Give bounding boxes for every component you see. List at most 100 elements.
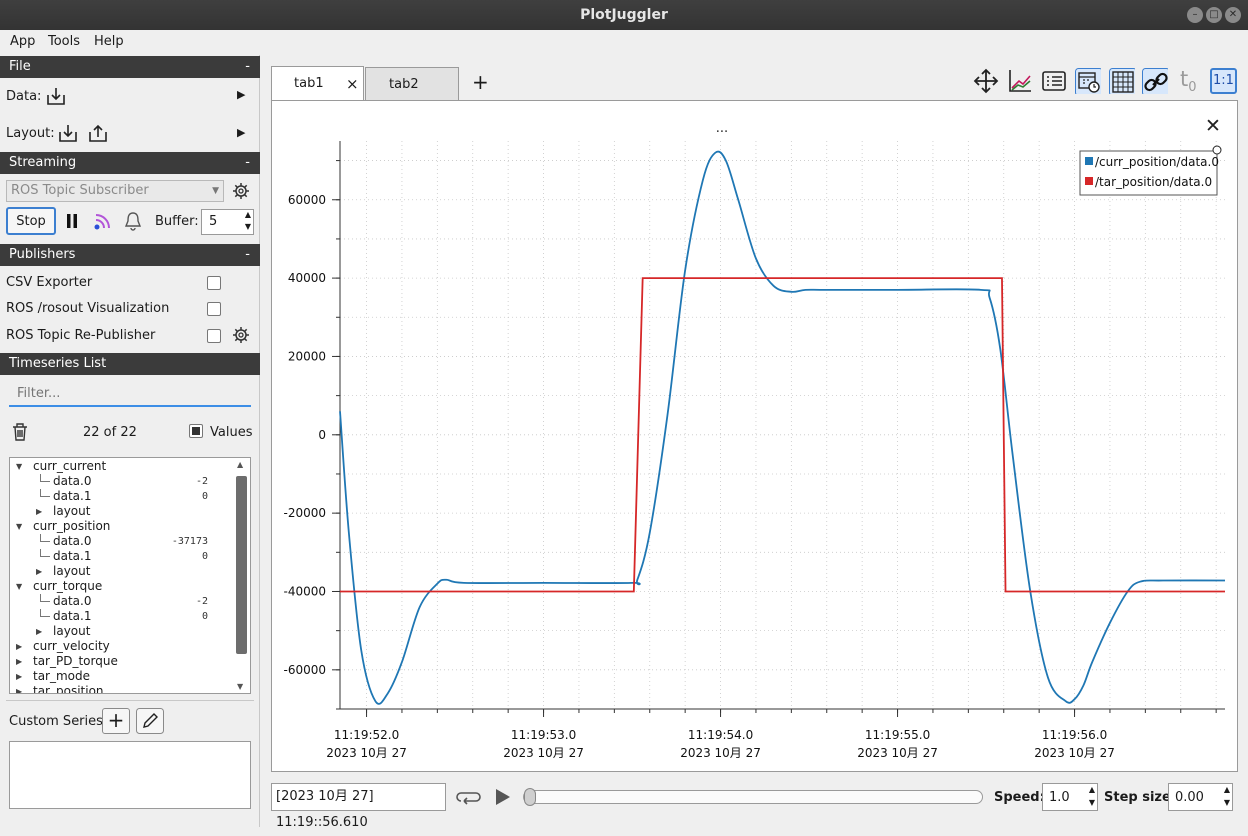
publisher-csv-exporter-checkbox[interactable] [207,276,221,290]
minimize-icon[interactable]: – [1187,7,1203,23]
tree-leaf-row[interactable]: data.1 0 [10,549,238,564]
layout-menu-arrow-icon[interactable]: ▶ [237,126,245,139]
legend-list-icon[interactable] [1041,68,1067,94]
close-window-icon[interactable]: ✕ [1225,7,1241,23]
tab1-close-icon[interactable]: × [346,67,359,101]
pause-icon[interactable] [64,213,80,229]
scroll-thumb[interactable] [236,476,247,654]
legend-box[interactable]: /curr_position/data.0 /tar_position/data… [1079,145,1222,196]
bell-icon[interactable] [123,211,143,233]
plot-area[interactable]: 60000 40000 20000 0 -20000 -40000 -60000 11:19:… [272,101,1237,771]
tree-leaf-row[interactable]: data.0 -2 [10,594,238,609]
scroll-down-icon[interactable]: ▼ [237,682,243,691]
buffer-spinbox[interactable]: 5 ▲ ▼ [201,209,254,235]
x-tick-time-label: 11:19:56.0 [1042,728,1107,742]
menu-tools[interactable]: Tools [48,34,80,49]
time-slider-handle[interactable] [524,788,536,806]
publishers-section-header[interactable]: Publishers - [0,244,260,266]
t0-icon[interactable]: t0 [1180,67,1197,95]
data-menu-arrow-icon[interactable]: ▶ [237,88,245,101]
publisher-republisher-checkbox[interactable] [207,329,221,343]
tree-leaf-row[interactable]: data.1 0 [10,489,238,504]
spin-up-icon[interactable]: ▲ [245,210,251,219]
menu-app[interactable]: App [10,34,35,49]
tree-group-row[interactable]: ▶ tar_position [10,684,238,693]
publishers-collapse-button[interactable]: - [245,244,250,266]
tree-collapsed-arrow-icon[interactable]: ▶ [36,564,42,579]
spin-down-icon[interactable]: ▼ [245,222,251,231]
file-collapse-button[interactable]: - [245,56,250,78]
tree-item-name: layout [53,564,91,578]
tree-group-row[interactable]: ▼ curr_current [10,459,238,474]
step-down-icon[interactable]: ▼ [1224,798,1230,807]
link-icon[interactable] [1142,68,1168,94]
tree-collapsed-arrow-icon[interactable]: ▶ [16,654,22,669]
maximize-icon[interactable]: □ [1206,7,1222,23]
step-size-spinbox[interactable]: 0.00 ▲ ▼ [1168,783,1233,811]
tree-leaf-row[interactable]: data.0 -2 [10,474,238,489]
edit-custom-series-button[interactable] [136,708,164,734]
tree-expanded-arrow-icon[interactable]: ▼ [16,579,22,594]
add-tab-button[interactable]: + [472,70,489,94]
tree-scrollbar[interactable]: ▲ ▼ [236,460,248,691]
tree-expanded-arrow-icon[interactable]: ▼ [16,519,22,534]
tree-leaf-row[interactable]: data.0 -37173 [10,534,238,549]
timeseries-filter-input[interactable] [9,381,251,407]
layout-save-icon[interactable] [87,123,109,143]
tree-leaf-row[interactable]: ▶ layout [10,624,238,639]
ratio-button[interactable]: 1:1 [1210,68,1237,94]
custom-series-list[interactable] [9,741,251,809]
time-slider[interactable] [523,788,983,806]
tree-leaf-row[interactable]: ▶ layout [10,504,238,519]
grid-toggle-icon[interactable] [1109,68,1135,94]
tree-collapsed-arrow-icon[interactable]: ▶ [16,639,22,654]
step-up-icon[interactable]: ▲ [1224,785,1230,794]
speed-spinbox[interactable]: 1.0 ▲ ▼ [1042,783,1098,811]
x-tick-time-label: 11:19:53.0 [511,728,576,742]
tree-branch-line [40,594,50,602]
tree-group-row[interactable]: ▼ curr_torque [10,579,238,594]
speed-down-icon[interactable]: ▼ [1089,798,1095,807]
streaming-source-select[interactable]: ROS Topic Subscriber ▼ [6,180,224,202]
tab-tab1[interactable]: tab1 × [271,66,364,100]
streaming-section-header[interactable]: Streaming - [0,152,260,174]
streaming-collapse-button[interactable]: - [245,152,250,174]
timestamp-field[interactable]: [2023 10月 27] 11:19::56.610 [271,783,446,830]
tree-collapsed-arrow-icon[interactable]: ▶ [36,504,42,519]
speed-up-icon[interactable]: ▲ [1089,785,1095,794]
tree-leaf-row[interactable]: ▶ layout [10,564,238,579]
tree-group-row[interactable]: ▶ tar_PD_torque [10,654,238,669]
republisher-settings-gear-icon[interactable] [232,326,250,344]
play-icon[interactable] [493,787,513,807]
tree-group-row[interactable]: ▼ curr_position [10,519,238,534]
tree-collapsed-arrow-icon[interactable]: ▶ [16,669,22,684]
menu-help[interactable]: Help [94,34,124,49]
file-section-header[interactable]: File - [0,56,260,78]
streaming-settings-gear-icon[interactable] [232,182,250,200]
layout-load-icon[interactable] [57,123,79,143]
add-custom-series-button[interactable]: + [102,708,130,734]
tree-expanded-arrow-icon[interactable]: ▼ [16,459,22,474]
legend-handle[interactable] [1212,145,1222,155]
tree-group-row[interactable]: ▶ curr_velocity [10,639,238,654]
loop-icon[interactable] [456,787,482,807]
tree-branch-line [40,534,50,542]
publisher-rosout-checkbox[interactable] [207,302,221,316]
tree-collapsed-arrow-icon[interactable]: ▶ [16,684,22,693]
time-calendar-icon[interactable] [1075,68,1101,94]
plot-close-icon[interactable]: ✕ [1205,115,1221,137]
data-load-icon[interactable] [45,86,67,106]
tree-item-value: 0 [201,551,208,562]
tree-item-name: data.1 [53,609,92,623]
timeseries-tree[interactable]: ▼ curr_current data.0 -2 data.1 0 ▶ layout ▼ curr… [9,457,251,694]
values-checkbox[interactable] [189,424,203,438]
tree-leaf-row[interactable]: data.1 0 [10,609,238,624]
chart-zoom-icon[interactable] [1007,68,1033,94]
trash-icon[interactable] [11,422,29,442]
scroll-up-icon[interactable]: ▲ [237,460,243,469]
stop-button[interactable]: Stop [6,207,56,235]
pan-move-icon[interactable] [973,68,999,94]
tree-collapsed-arrow-icon[interactable]: ▶ [36,624,42,639]
tree-group-row[interactable]: ▶ tar_mode [10,669,238,684]
tab-tab2[interactable]: tab2 [365,67,459,100]
